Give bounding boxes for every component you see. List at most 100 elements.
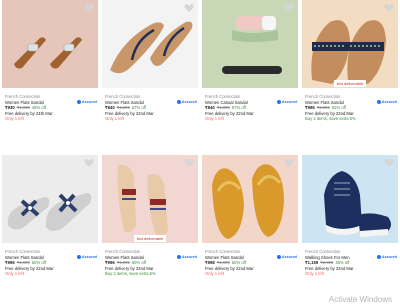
- product-info: French Connection Women Flats Sandal Ass…: [5, 94, 97, 122]
- sandal-image: [202, 0, 298, 88]
- product-discount: 45% off: [31, 105, 46, 111]
- stock-info: Only 1 left: [105, 116, 124, 122]
- product-image[interactable]: [2, 155, 98, 243]
- product-price: ₹840: [105, 105, 115, 111]
- product-price: ₹840: [205, 105, 215, 111]
- wishlist-heart-icon[interactable]: [184, 158, 194, 168]
- wishlist-heart-icon[interactable]: [284, 158, 294, 168]
- sandal-image: [102, 155, 198, 243]
- product-card[interactable]: Not deliverable French Connection Women …: [300, 0, 398, 150]
- wishlist-heart-icon[interactable]: [384, 158, 394, 168]
- product-mrp: ₹1,999: [116, 260, 130, 266]
- product-discount: 50% off: [31, 260, 46, 266]
- sandal-image: [102, 0, 198, 88]
- badge-label: Not deliverable: [333, 80, 367, 87]
- assured-badge: Assured: [176, 254, 197, 261]
- badge-label: Not deliverable: [133, 235, 167, 242]
- stock-info: Only 1 left: [5, 271, 24, 277]
- product-price: ₹1,159: [305, 260, 319, 266]
- product-card[interactable]: French Connection Women Flats Sandal Ass…: [100, 0, 198, 150]
- assured-label: Assured: [381, 99, 397, 104]
- assured-icon: [376, 255, 381, 260]
- product-discount: 50% off: [231, 260, 246, 266]
- os-activation-watermark: Activate Windows: [328, 295, 392, 304]
- product-discount: 50% off: [131, 260, 146, 266]
- stock-info: Only 1 left: [5, 116, 24, 122]
- wishlist-heart-icon[interactable]: [84, 158, 94, 168]
- product-card[interactable]: French Connection Women Flats Sandal Ass…: [200, 155, 298, 305]
- product-image[interactable]: [202, 0, 298, 88]
- assured-badge: Assured: [376, 99, 397, 106]
- product-info: French Connection Women Flats Sandal Ass…: [5, 249, 97, 277]
- assured-icon: [276, 100, 281, 105]
- not-deliverable-badge: Not deliverable: [102, 235, 198, 242]
- product-mrp: ₹2,099: [320, 260, 334, 266]
- product-info: French Connection Women Casual Sandal As…: [205, 94, 297, 122]
- product-info: French Connection Walking Shoes For Men …: [305, 249, 397, 277]
- assured-badge: Assured: [276, 254, 297, 261]
- assured-label: Assured: [181, 254, 197, 259]
- product-card[interactable]: Not deliverable French Connection Women …: [100, 155, 198, 305]
- stock-info: Only 1 left: [205, 116, 224, 122]
- product-image[interactable]: Not deliverable: [102, 155, 198, 243]
- assured-label: Assured: [81, 254, 97, 259]
- sandal-image: [302, 0, 398, 88]
- product-price: ₹996: [305, 105, 315, 111]
- assured-icon: [76, 255, 81, 260]
- sandal-image: [2, 0, 98, 88]
- product-price: ₹996: [5, 260, 15, 266]
- assured-icon: [176, 100, 181, 105]
- product-mrp: ₹1,999: [216, 260, 230, 266]
- wishlist-heart-icon[interactable]: [84, 3, 94, 13]
- product-mrp: ₹1,899: [216, 105, 230, 111]
- assured-icon: [276, 255, 281, 260]
- product-image[interactable]: [302, 155, 398, 243]
- offer-info: Buy 2 items, save extra 5%: [105, 271, 156, 277]
- product-price: ₹930: [5, 105, 15, 111]
- product-info: French Connection Women Flats Sandal Ass…: [305, 94, 397, 122]
- assured-badge: Assured: [276, 99, 297, 106]
- shoe-image: [302, 155, 398, 243]
- product-discount: 57% off: [131, 105, 146, 111]
- product-card[interactable]: French Connection Walking Shoes For Men …: [300, 155, 398, 305]
- assured-icon: [376, 100, 381, 105]
- assured-label: Assured: [281, 99, 297, 104]
- product-image[interactable]: Not deliverable: [302, 0, 398, 88]
- product-discount: 57% off: [231, 105, 246, 111]
- stock-info: Only 1 left: [305, 271, 324, 277]
- product-price: ₹996: [105, 260, 115, 266]
- assured-badge: Assured: [76, 99, 97, 106]
- wishlist-heart-icon[interactable]: [284, 3, 294, 13]
- product-info: French Connection Women Flats Sandal Ass…: [205, 249, 297, 277]
- product-discount: 45% off: [335, 260, 350, 266]
- product-card[interactable]: French Connection Women Flats Sandal Ass…: [0, 155, 98, 305]
- product-card[interactable]: French Connection Women Flats Sandal Ass…: [0, 0, 98, 150]
- not-deliverable-badge: Not deliverable: [302, 80, 398, 87]
- sandal-image: [2, 155, 98, 243]
- product-discount: 52% off: [331, 105, 346, 111]
- product-mrp: ₹1,980: [16, 105, 30, 111]
- assured-badge: Assured: [376, 254, 397, 261]
- product-image[interactable]: [102, 0, 198, 88]
- assured-icon: [176, 255, 181, 260]
- product-image[interactable]: [2, 0, 98, 88]
- product-card[interactable]: French Connection Women Casual Sandal As…: [200, 0, 298, 150]
- assured-badge: Assured: [76, 254, 97, 261]
- assured-label: Assured: [281, 254, 297, 259]
- assured-label: Assured: [181, 99, 197, 104]
- product-price: ₹998: [205, 260, 215, 266]
- offer-info: Buy 2 items, save extra 5%: [305, 116, 356, 122]
- assured-label: Assured: [81, 99, 97, 104]
- wishlist-heart-icon[interactable]: [384, 3, 394, 13]
- sandal-image: [202, 155, 298, 243]
- assured-icon: [76, 100, 81, 105]
- product-mrp: ₹1,599: [116, 105, 130, 111]
- product-image[interactable]: [202, 155, 298, 243]
- assured-badge: Assured: [176, 99, 197, 106]
- assured-label: Assured: [381, 254, 397, 259]
- wishlist-heart-icon[interactable]: [184, 3, 194, 13]
- product-mrp: ₹2,099: [316, 105, 330, 111]
- stock-info: Only 1 left: [205, 271, 224, 277]
- product-info: French Connection Women Flats Sandal Ass…: [105, 249, 197, 277]
- product-mrp: ₹1,999: [16, 260, 30, 266]
